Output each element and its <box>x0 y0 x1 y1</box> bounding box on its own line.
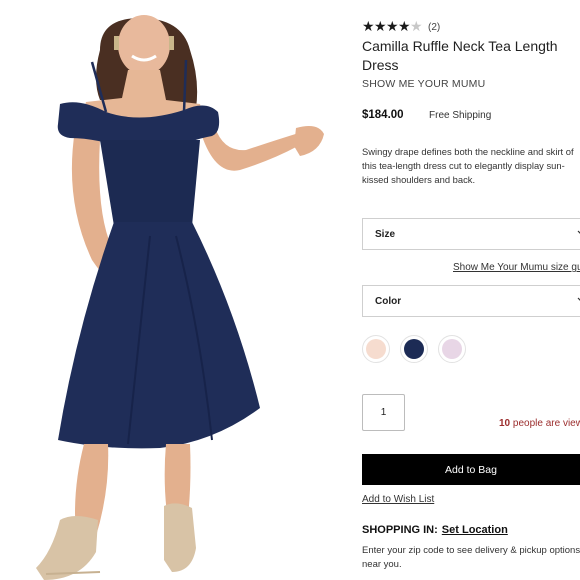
shopping-in-label: SHOPPING IN: <box>362 524 438 536</box>
star-filled-icon: ★ <box>374 19 387 35</box>
add-to-bag-button[interactable]: Add to Bag <box>362 454 580 485</box>
star-filled-icon: ★ <box>398 19 411 35</box>
color-swatches <box>362 335 476 365</box>
viewing-count: 10 <box>499 418 511 429</box>
quantity-input[interactable]: 1 <box>362 394 405 431</box>
star-filled-icon: ★ <box>386 19 399 35</box>
navy-swatch[interactable] <box>400 335 428 363</box>
product-price: $184.00 <box>362 109 404 121</box>
viewing-text: people are viewing <box>512 418 580 429</box>
zip-code-note: Enter your zip code to see delivery & pi… <box>362 545 580 570</box>
star-empty-icon: ★ <box>410 19 423 35</box>
product-description: Swingy drape defines both the neckline a… <box>362 146 574 185</box>
size-guide-link[interactable]: Show Me Your Mumu size guide <box>453 262 580 273</box>
set-location-link[interactable]: Set Location <box>442 524 508 536</box>
product-title: Camilla Ruffle Neck Tea Length Dress <box>362 38 558 73</box>
shopping-in-location: SHOPPING IN: Set Location <box>362 524 508 536</box>
blush-swatch[interactable] <box>362 335 390 363</box>
swatch-color <box>404 339 424 359</box>
swatch-color <box>442 339 462 359</box>
product-photo[interactable] <box>0 0 345 580</box>
color-dropdown-label: Color <box>375 295 402 307</box>
star-filled-icon: ★ <box>362 19 375 35</box>
review-count[interactable]: (2) <box>428 22 440 33</box>
product-rating[interactable]: ★ ★ ★ ★ ★ (2) <box>362 20 440 34</box>
color-dropdown[interactable]: Color <box>362 285 580 317</box>
shipping-note: Free Shipping <box>429 110 492 121</box>
size-dropdown[interactable]: Size <box>362 218 580 250</box>
product-page: ★ ★ ★ ★ ★ (2) Camilla Ruffle Neck Tea Le… <box>0 0 580 580</box>
rating-stars: ★ ★ ★ ★ ★ <box>362 19 423 35</box>
product-brand[interactable]: SHOW ME YOUR MUMU <box>362 78 485 90</box>
swatch-color <box>366 339 386 359</box>
size-dropdown-label: Size <box>375 228 396 240</box>
product-details-panel: ★ ★ ★ ★ ★ (2) Camilla Ruffle Neck Tea Le… <box>362 0 580 580</box>
lilac-swatch[interactable] <box>438 335 466 363</box>
viewing-count-notice: 10 people are viewing <box>499 418 580 429</box>
add-to-wishlist-link[interactable]: Add to Wish List <box>362 494 434 505</box>
model-wearing-dress-image <box>36 15 324 580</box>
